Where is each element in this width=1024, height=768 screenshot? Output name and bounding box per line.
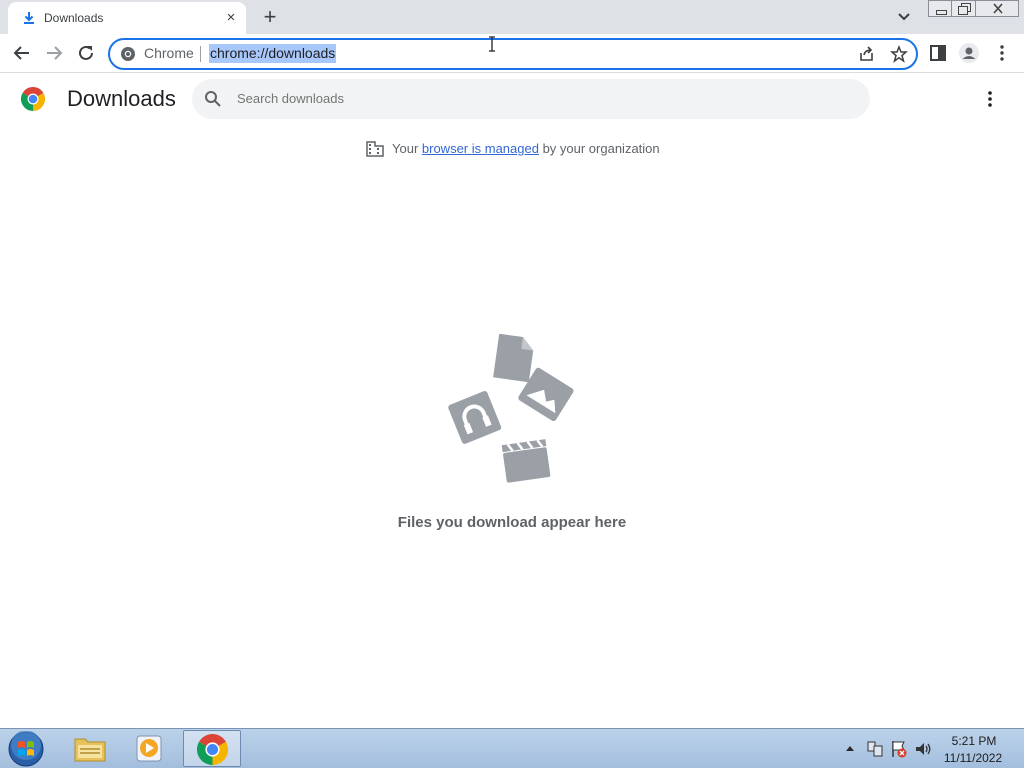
- action-center-flag-icon[interactable]: [890, 739, 908, 759]
- text-cursor-icon: [489, 36, 495, 52]
- tab-title: Downloads: [44, 11, 104, 25]
- managed-suffix: by your organization: [538, 141, 660, 156]
- toolbar: Chrome chrome://downloads: [0, 34, 1024, 73]
- search-icon: [205, 91, 221, 107]
- taskbar-media-player[interactable]: [122, 730, 180, 767]
- window-close-button[interactable]: [975, 0, 1019, 17]
- show-hidden-icons-icon[interactable]: [845, 744, 855, 752]
- empty-state-message: Files you download appear here: [397, 514, 627, 531]
- managed-prefix: Your: [392, 141, 422, 156]
- chrome-icon: [121, 47, 135, 61]
- chrome-icon: [197, 734, 228, 765]
- share-icon[interactable]: [858, 45, 876, 63]
- profile-icon[interactable]: [958, 42, 980, 64]
- film-icon: [501, 439, 551, 483]
- more-actions-icon[interactable]: [980, 89, 1000, 109]
- back-icon[interactable]: [11, 42, 33, 64]
- browser-managed-link[interactable]: browser is managed: [422, 141, 539, 156]
- chrome-logo-icon: [21, 87, 45, 111]
- tab-strip: Downloads × +: [0, 0, 1024, 34]
- search-input[interactable]: [237, 91, 837, 106]
- clock-date[interactable]: 11/11/2022: [938, 751, 1008, 765]
- address-bar[interactable]: Chrome chrome://downloads: [108, 38, 918, 70]
- download-icon: [24, 12, 34, 24]
- minimize-button[interactable]: [928, 0, 952, 17]
- file-explorer-icon: [74, 738, 106, 762]
- file-icon: [493, 334, 534, 383]
- downloads-header: Downloads: [0, 73, 1024, 125]
- taskbar-chrome[interactable]: [183, 730, 241, 767]
- star-icon[interactable]: [890, 45, 908, 63]
- clock-time[interactable]: 5:21 PM: [945, 734, 1003, 748]
- menu-icon[interactable]: [991, 42, 1013, 64]
- taskbar-file-explorer[interactable]: [62, 730, 120, 767]
- site-chip: Chrome: [144, 45, 194, 61]
- windows-start-icon[interactable]: [6, 731, 46, 767]
- close-icon: [993, 3, 1003, 14]
- plus-icon[interactable]: +: [258, 5, 282, 29]
- audio-icon: [448, 391, 502, 444]
- chevron-down-icon[interactable]: [894, 8, 914, 26]
- side-panel-icon[interactable]: [927, 42, 949, 64]
- empty-downloads-illustration: [448, 334, 574, 483]
- building-icon: [366, 141, 384, 157]
- chip-divider: [200, 46, 201, 62]
- search-downloads-box[interactable]: [192, 79, 870, 119]
- volume-icon[interactable]: [914, 740, 932, 758]
- page-title: Downloads: [67, 86, 176, 111]
- taskbar: 5:21 PM 11/11/2022: [0, 728, 1024, 768]
- media-player-icon: [136, 735, 162, 762]
- managed-text: Your browser is managed by your organiza…: [392, 141, 660, 156]
- restore-button[interactable]: [951, 0, 976, 17]
- forward-icon[interactable]: [43, 42, 65, 64]
- tab-downloads[interactable]: Downloads ×: [8, 2, 246, 34]
- network-icon[interactable]: [866, 740, 884, 758]
- url-text[interactable]: chrome://downloads: [209, 44, 337, 63]
- close-icon[interactable]: ×: [222, 9, 240, 27]
- reload-icon[interactable]: [75, 42, 97, 64]
